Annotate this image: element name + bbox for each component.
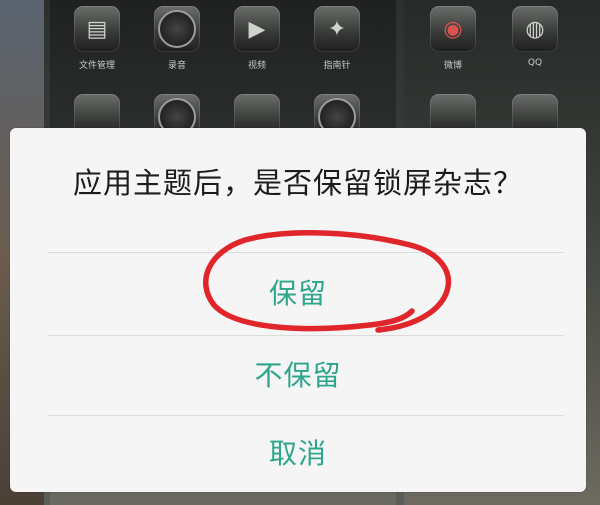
recorder-icon [154,6,200,52]
qq-icon: ◍ [512,6,558,52]
file-manager-icon: ▤ [74,6,120,52]
app-weibo[interactable]: ◉ 微博 [418,6,488,71]
app-label: 视频 [247,61,266,71]
do-not-keep-button[interactable]: 不保留 [10,336,586,416]
app-label: 录音 [167,61,186,71]
app-label: 指南针 [323,61,351,71]
dialog-title: 应用主题后，是否保留锁屏杂志？ [72,166,523,200]
app-label: QQ [527,58,543,68]
app-label: 微博 [443,61,462,71]
compass-icon: ✦ [314,6,360,52]
app-qq[interactable]: ◍ QQ [500,6,570,68]
keep-button[interactable]: 保留 [10,252,586,336]
app-compass[interactable]: ✦ 指南针 [302,6,372,71]
app-file-manager[interactable]: ▤ 文件管理 [62,6,132,71]
weibo-icon: ◉ [430,6,476,52]
app-recorder[interactable]: 录音 [142,6,212,71]
app-label: 文件管理 [78,61,115,71]
app-video[interactable]: ▶ 视频 [222,6,292,71]
cancel-button[interactable]: 取消 [10,416,586,492]
keep-lock-screen-magazine-dialog: 应用主题后，是否保留锁屏杂志？ 保留 不保留 取消 [10,128,586,492]
video-icon: ▶ [234,6,280,52]
